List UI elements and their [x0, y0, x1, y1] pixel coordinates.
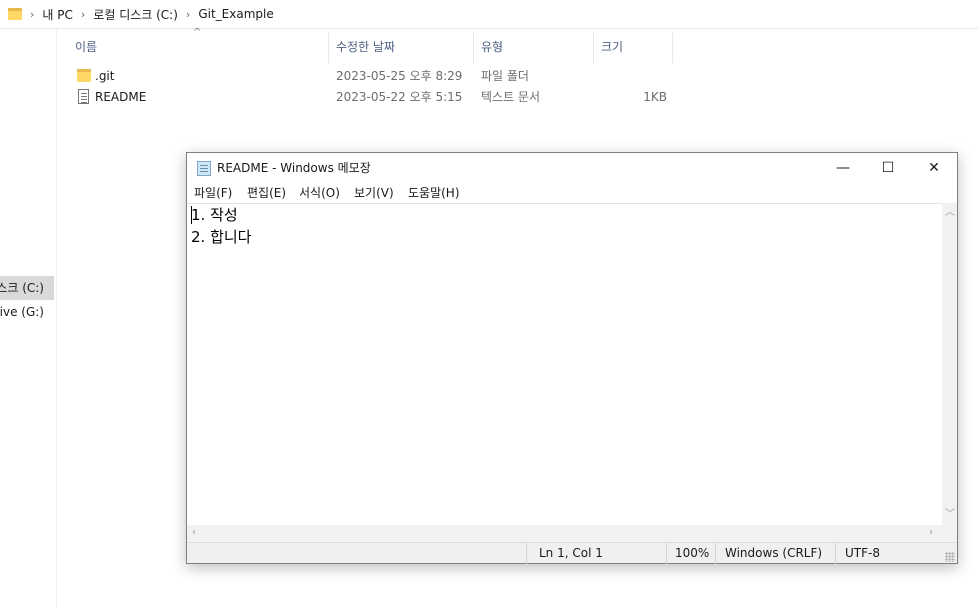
- status-divider: [835, 543, 836, 564]
- scroll-up-icon[interactable]: ︿: [945, 207, 955, 219]
- nav-item-label: 로컬 디스크 (C:): [0, 281, 44, 295]
- scroll-corner: [942, 525, 957, 542]
- column-header-name[interactable]: 이름: [69, 33, 329, 63]
- file-row-readme[interactable]: README 2023-05-22 오후 5:15 텍스트 문서 1KB: [57, 87, 697, 108]
- file-size: [617, 66, 667, 87]
- breadcrumb-local-disk[interactable]: 로컬 디스크 (C:): [93, 6, 178, 23]
- breadcrumb-my-pc[interactable]: 내 PC: [42, 6, 72, 23]
- notepad-window[interactable]: README - Windows 메모장 — ☐ ✕ 파일(F) 편집(E) 서…: [186, 152, 958, 564]
- file-name: .git: [95, 69, 115, 83]
- address-bar[interactable]: › 내 PC › 로컬 디스크 (C:) › Git_Example: [0, 0, 978, 29]
- file-modified: 2023-05-25 오후 8:29: [336, 69, 463, 83]
- column-header-modified[interactable]: 수정한 날짜: [330, 33, 474, 63]
- text-document-icon: [78, 89, 89, 104]
- status-encoding: UTF-8: [845, 546, 880, 560]
- file-name: README: [95, 90, 147, 104]
- maximize-button[interactable]: ☐: [865, 153, 911, 183]
- menu-edit[interactable]: 편집(E): [247, 183, 286, 203]
- horizontal-scrollbar[interactable]: ‹ ›: [187, 525, 942, 542]
- nav-item-label: Google Drive (G:): [0, 305, 44, 319]
- scroll-right-icon[interactable]: ›: [929, 527, 933, 539]
- nav-item-google-drive[interactable]: Google Drive (G:): [0, 300, 54, 324]
- folder-icon: [77, 69, 91, 82]
- chevron-right-icon: ›: [185, 7, 191, 21]
- scroll-left-icon[interactable]: ‹: [192, 527, 196, 539]
- status-cursor-position: Ln 1, Col 1: [539, 546, 603, 560]
- close-button[interactable]: ✕: [911, 153, 957, 183]
- editor-line: 2. 합니다: [191, 228, 252, 246]
- status-line-ending: Windows (CRLF): [725, 546, 823, 560]
- status-divider: [666, 543, 667, 564]
- editor-line: 1. 작성: [191, 206, 238, 224]
- file-type: 텍스트 문서: [481, 90, 541, 104]
- breadcrumb-git-example[interactable]: Git_Example: [198, 7, 273, 21]
- chevron-right-icon: ›: [80, 7, 86, 21]
- file-list-header: ^ 이름 수정한 날짜 유형 크기: [57, 27, 697, 63]
- vertical-scrollbar[interactable]: ︿ ﹀: [942, 203, 957, 525]
- status-zoom: 100%: [675, 546, 710, 560]
- resize-grip-icon[interactable]: [945, 552, 955, 562]
- title-bar[interactable]: README - Windows 메모장 — ☐ ✕: [187, 153, 957, 183]
- menu-view[interactable]: 보기(V): [354, 183, 394, 203]
- navigation-pane: 로컬 디스크 (C:) Google Drive (G:): [0, 29, 57, 607]
- minimize-button[interactable]: —: [820, 153, 866, 183]
- status-divider: [715, 543, 716, 564]
- notepad-app-icon: [197, 161, 211, 176]
- file-size: 1KB: [643, 90, 667, 104]
- nav-item-local-disk[interactable]: 로컬 디스크 (C:): [0, 276, 54, 300]
- column-header-size[interactable]: 크기: [595, 33, 673, 63]
- status-divider: [526, 543, 527, 564]
- file-row-git[interactable]: .git 2023-05-25 오후 8:29 파일 폴더: [57, 66, 697, 87]
- status-bar: Ln 1, Col 1 100% Windows (CRLF) UTF-8: [187, 542, 957, 564]
- text-editor-area[interactable]: 1. 작성 2. 합니다: [187, 203, 942, 525]
- chevron-right-icon: ›: [30, 7, 35, 21]
- menu-bar: 파일(F) 편집(E) 서식(O) 보기(V) 도움말(H): [187, 183, 957, 203]
- file-type: 파일 폴더: [481, 69, 529, 83]
- menu-format[interactable]: 서식(O): [299, 183, 340, 203]
- menu-help[interactable]: 도움말(H): [408, 183, 460, 203]
- file-modified: 2023-05-22 오후 5:15: [336, 90, 463, 104]
- menu-file[interactable]: 파일(F): [194, 183, 232, 203]
- folder-icon: [8, 8, 22, 20]
- window-title: README - Windows 메모장: [217, 161, 371, 175]
- column-header-type[interactable]: 유형: [475, 33, 594, 63]
- scroll-down-icon[interactable]: ﹀: [945, 509, 955, 521]
